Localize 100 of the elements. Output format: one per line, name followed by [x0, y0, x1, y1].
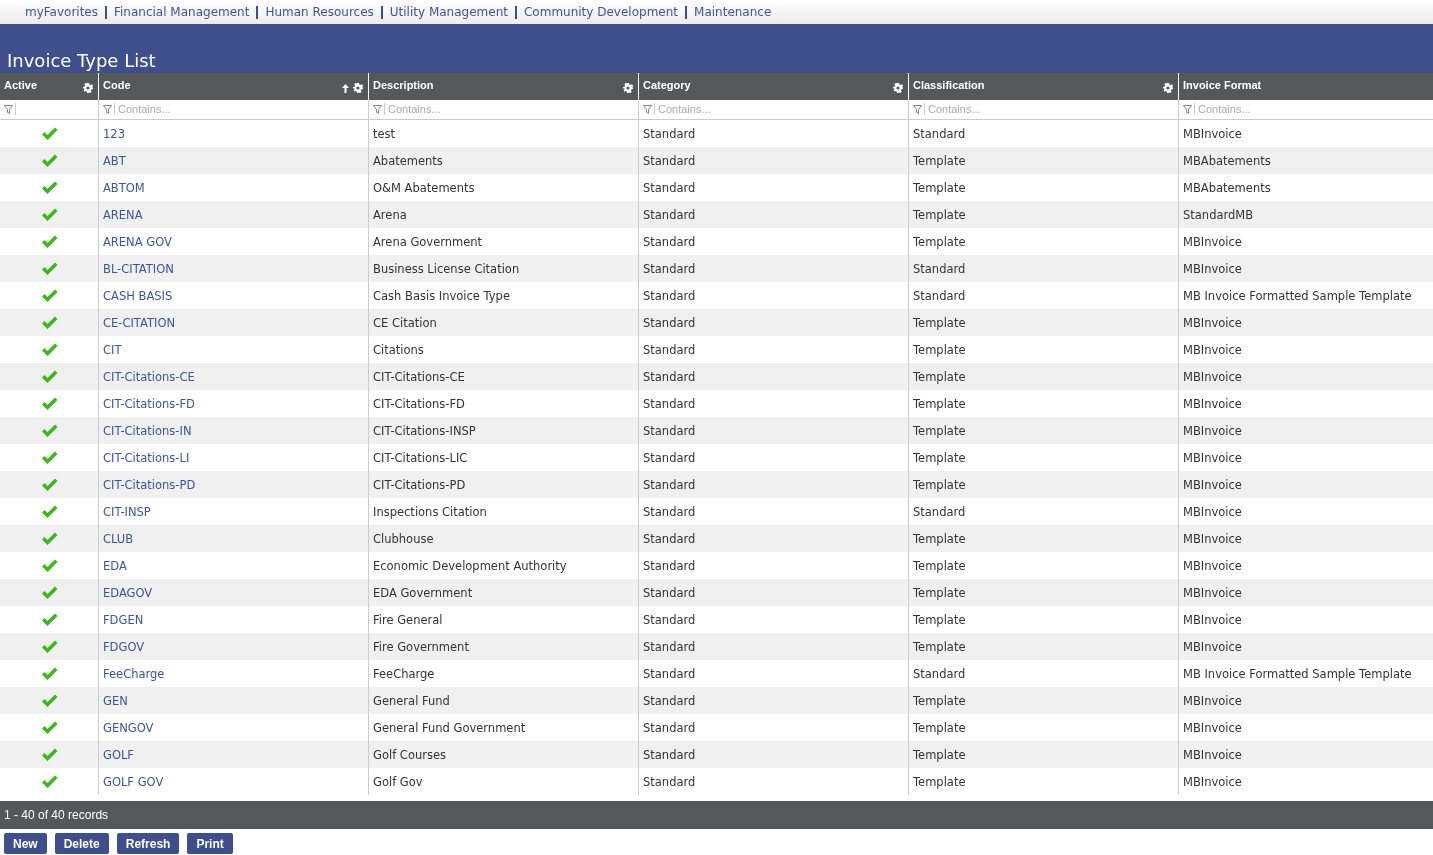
action-button[interactable]: Print	[187, 833, 233, 854]
filter-field[interactable]: Contains...	[114, 103, 362, 115]
table-cell: StandardMB	[1183, 208, 1254, 222]
nav-link[interactable]: Financial Management	[114, 5, 250, 19]
table-cell: Template	[913, 343, 966, 357]
table-cell: Template	[913, 451, 966, 465]
table-cell: MBAbatements	[1183, 154, 1271, 168]
table-cell: Citations	[373, 343, 424, 357]
column-header[interactable]: Classification	[908, 73, 1178, 100]
filter-icon[interactable]	[913, 104, 922, 114]
filter-icon[interactable]	[4, 104, 13, 114]
settings-icon[interactable]	[623, 83, 633, 93]
code-link[interactable]: CIT-Citations-LI	[103, 451, 190, 465]
column-header[interactable]: Invoice Format	[1178, 73, 1433, 100]
table-cell: MBInvoice	[1183, 478, 1242, 492]
table-cell: Standard	[643, 721, 696, 735]
code-link[interactable]: FeeCharge	[103, 667, 165, 681]
table-cell: Template	[913, 694, 966, 708]
nav-link[interactable]: Human Resources	[265, 5, 374, 19]
nav-link[interactable]: Community Development	[523, 5, 679, 19]
table-cell: Standard	[643, 262, 696, 276]
table-cell: MBInvoice	[1183, 397, 1242, 411]
table-cell: CIT-Citations-CE	[373, 370, 465, 384]
table-cell: Template	[913, 532, 966, 546]
code-link[interactable]: EDAGOV	[103, 586, 153, 600]
table-cell: Standard	[643, 586, 696, 600]
filter-field[interactable]: Contains...	[654, 103, 902, 115]
table-cell: Standard	[913, 262, 966, 276]
table-cell: MBInvoice	[1183, 613, 1242, 627]
nav-link[interactable]: myFavorites	[25, 5, 98, 19]
table-cell: Standard	[913, 505, 966, 519]
code-link[interactable]: CIT-Citations-CE	[103, 370, 195, 384]
settings-icon[interactable]	[893, 83, 903, 93]
settings-icon[interactable]	[83, 83, 93, 93]
table-cell: Standard	[643, 505, 696, 519]
table-cell: Template	[913, 208, 966, 222]
code-link[interactable]: 123	[103, 127, 125, 141]
code-link[interactable]: ABT	[103, 154, 126, 168]
table-cell: Template	[913, 154, 966, 168]
table-cell: MB Invoice Formatted Sample Template	[1183, 289, 1412, 303]
table-cell: Standard	[643, 370, 696, 384]
code-link[interactable]: ABTOM	[103, 181, 145, 195]
table-cell: Standard	[643, 235, 696, 249]
table-cell: Cash Basis Invoice Type	[373, 289, 510, 303]
code-link[interactable]: GOLF	[103, 748, 134, 762]
code-link[interactable]: GEN	[103, 694, 128, 708]
filter-icon[interactable]	[643, 104, 652, 114]
code-link[interactable]: FDGOV	[103, 640, 145, 654]
code-link[interactable]: CASH BASIS	[103, 289, 173, 303]
table-cell: O&M Abatements	[373, 181, 475, 195]
code-link[interactable]: GENGOV	[103, 721, 154, 735]
column-header[interactable]: Category	[638, 73, 908, 100]
code-link[interactable]: CIT-INSP	[103, 505, 151, 519]
table-cell: Standard	[913, 667, 966, 681]
code-link[interactable]: GOLF GOV	[103, 775, 164, 789]
column-header[interactable]: Active	[0, 73, 98, 100]
column-header[interactable]: Code	[98, 73, 368, 100]
table-cell: Standard	[643, 316, 696, 330]
code-link[interactable]: CLUB	[103, 532, 134, 546]
table-cell: Standard	[643, 667, 696, 681]
table-cell: MBInvoice	[1183, 532, 1242, 546]
code-link[interactable]: ARENA GOV	[103, 235, 172, 249]
action-button[interactable]: New	[4, 833, 47, 854]
filter-icon[interactable]	[103, 104, 112, 114]
table-cell: Standard	[643, 181, 696, 195]
filter-field[interactable]: Contains...	[384, 103, 632, 115]
action-button[interactable]: Refresh	[116, 833, 180, 854]
code-link[interactable]: CIT-Citations-PD	[103, 478, 196, 492]
table-cell: General Fund	[373, 694, 450, 708]
code-link[interactable]: CIT-Citations-IN	[103, 424, 192, 438]
table-cell: Standard	[913, 127, 966, 141]
filter-field[interactable]: Contains...	[924, 103, 1172, 115]
code-link[interactable]: CIT-Citations-FD	[103, 397, 195, 411]
filter-icon[interactable]	[1183, 104, 1192, 114]
action-button[interactable]: Delete	[54, 833, 109, 854]
filter-icon[interactable]	[373, 104, 382, 114]
column-title: Description	[373, 79, 434, 91]
table-cell: Golf Courses	[373, 748, 446, 762]
table-cell: Template	[913, 235, 966, 249]
table-cell: Template	[913, 397, 966, 411]
code-link[interactable]: FDGEN	[103, 613, 144, 627]
filter-field[interactable]: Contains...	[1194, 103, 1427, 115]
table-cell: Standard	[643, 127, 696, 141]
sort-arrow-icon[interactable]	[342, 83, 349, 93]
table-cell: Standard	[643, 748, 696, 762]
table-cell: Standard	[643, 343, 696, 357]
table-cell: Fire Government	[373, 640, 469, 654]
nav-link[interactable]: Utility Management	[389, 5, 508, 19]
code-link[interactable]: CE-CITATION	[103, 316, 176, 330]
column-header[interactable]: Description	[368, 73, 638, 100]
code-link[interactable]: ARENA	[103, 208, 143, 222]
table-cell: Abatements	[373, 154, 443, 168]
settings-icon[interactable]	[353, 83, 363, 93]
code-link[interactable]: BL-CITATION	[103, 262, 174, 276]
code-link[interactable]: EDA	[103, 559, 127, 573]
table-cell: Standard	[913, 289, 966, 303]
nav-link[interactable]: Maintenance	[694, 5, 772, 19]
table-cell: MBInvoice	[1183, 586, 1242, 600]
settings-icon[interactable]	[1163, 83, 1173, 93]
code-link[interactable]: CIT	[103, 343, 122, 357]
